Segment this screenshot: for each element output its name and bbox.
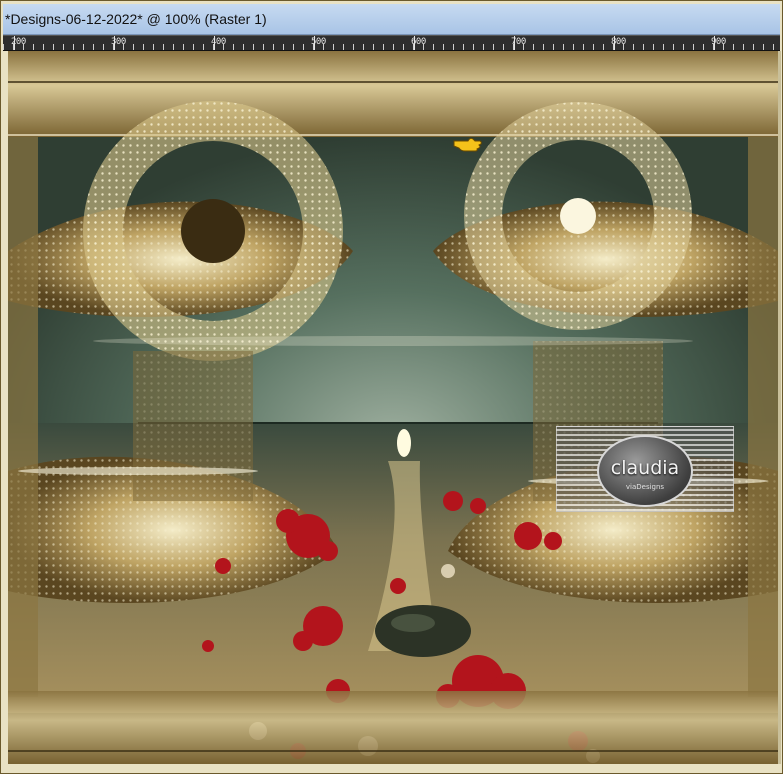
top-band bbox=[8, 51, 778, 137]
bottom-band bbox=[8, 691, 778, 764]
watermark-subtitle: viaDesigns bbox=[625, 483, 665, 491]
document-title-bar[interactable]: *Designs-06-12-2022* @ 100% (Raster 1) bbox=[3, 4, 780, 35]
watermark-logo: claudia viaDesigns bbox=[597, 435, 693, 507]
ruler-label-200: 200 bbox=[11, 37, 26, 47]
image-canvas[interactable]: claudia viaDesigns bbox=[8, 51, 778, 764]
sun-reflection bbox=[397, 429, 411, 457]
watermark-name: claudia bbox=[610, 457, 680, 479]
document-title: *Designs-06-12-2022* @ 100% (Raster 1) bbox=[5, 11, 267, 27]
ruler-label-300: 300 bbox=[111, 37, 126, 47]
ruler-label-900: 900 bbox=[711, 37, 726, 47]
horizontal-ruler[interactable]: 200 300 400 500 600 700 800 900 bbox=[3, 35, 780, 51]
ruler-label-600: 600 bbox=[411, 37, 426, 47]
vertical-scrollbar[interactable] bbox=[778, 51, 781, 764]
ruler-label-700: 700 bbox=[511, 37, 526, 47]
artwork bbox=[8, 51, 778, 764]
ruler-label-800: 800 bbox=[611, 37, 626, 47]
ruler-label-500: 500 bbox=[311, 37, 326, 47]
watermark: claudia viaDesigns bbox=[556, 426, 734, 512]
hand-pointer-icon bbox=[453, 137, 482, 152]
ruler-label-400: 400 bbox=[211, 37, 226, 47]
document-window: *Designs-06-12-2022* @ 100% (Raster 1) 2… bbox=[0, 0, 783, 774]
